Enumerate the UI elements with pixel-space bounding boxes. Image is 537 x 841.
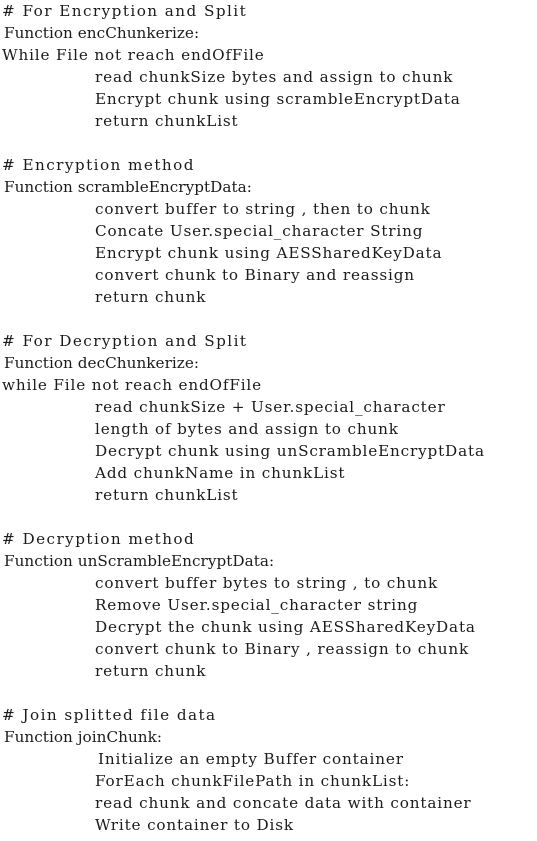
code-text: Encrypt chunk using scrambleEncryptData xyxy=(95,90,461,108)
code-line: while File not reach endOfFile xyxy=(0,374,537,396)
code-text: # Decryption method xyxy=(2,530,196,548)
code-line: Encrypt chunk using scrambleEncryptData xyxy=(0,88,537,110)
code-text: length of bytes and assign to chunk xyxy=(95,420,399,438)
code-text: read chunkSize + User.special_character xyxy=(95,398,446,416)
code-text: while File not reach endOfFile xyxy=(2,376,262,394)
code-text: Function joinChunk: xyxy=(4,728,163,746)
code-line: Decrypt the chunk using AESSharedKeyData xyxy=(0,616,537,638)
code-line: convert chunk to Binary and reassign xyxy=(0,264,537,286)
code-line: Remove User.special_character string xyxy=(0,594,537,616)
code-text: Write container to Disk xyxy=(95,816,294,834)
code-text: Add chunkName in chunkList xyxy=(95,464,346,482)
code-text: Encrypt chunk using AESSharedKeyData xyxy=(95,244,443,262)
code-line: return chunkList xyxy=(0,110,537,132)
code-text: # For Encryption and Split xyxy=(2,2,248,20)
block-separator xyxy=(0,682,537,704)
code-text: # For Decryption and Split xyxy=(2,332,248,350)
code-text: Function encChunkerize: xyxy=(4,24,200,42)
code-text: Function scrambleEncryptData: xyxy=(4,178,252,196)
code-line: Function unScrambleEncryptData: xyxy=(0,550,537,572)
comment-line: # Join splitted file data xyxy=(0,704,537,726)
code-text: Initialize an empty Buffer container xyxy=(98,750,404,768)
code-text: Decrypt chunk using unScrambleEncryptDat… xyxy=(95,442,485,460)
code-line: convert buffer bytes to string , to chun… xyxy=(0,572,537,594)
code-line: Encrypt chunk using AESSharedKeyData xyxy=(0,242,537,264)
code-text: return chunkList xyxy=(95,112,239,130)
comment-line: # Decryption method xyxy=(0,528,537,550)
code-line: Decrypt chunk using unScrambleEncryptDat… xyxy=(0,440,537,462)
code-text: ForEach chunkFilePath in chunkList: xyxy=(95,772,411,790)
block-separator xyxy=(0,132,537,154)
code-text: Concate User.special_character String xyxy=(95,222,424,240)
code-text: read chunk and concate data with contain… xyxy=(95,794,472,812)
code-text: convert buffer bytes to string , to chun… xyxy=(95,574,439,592)
code-text: Function decChunkerize: xyxy=(4,354,200,372)
code-line: length of bytes and assign to chunk xyxy=(0,418,537,440)
code-line: Initialize an empty Buffer container xyxy=(0,748,537,770)
code-line: read chunk and concate data with contain… xyxy=(0,792,537,814)
code-line: Function joinChunk: xyxy=(0,726,537,748)
code-line: convert buffer to string , then to chunk xyxy=(0,198,537,220)
code-text: return chunk xyxy=(95,662,207,680)
code-line: While File not reach endOfFile xyxy=(0,44,537,66)
code-line: Add chunkName in chunkList xyxy=(0,462,537,484)
code-line: Concate User.special_character String xyxy=(0,220,537,242)
code-line: Function encChunkerize: xyxy=(0,22,537,44)
code-line: Function decChunkerize: xyxy=(0,352,537,374)
code-text: # Encryption method xyxy=(2,156,195,174)
block-separator xyxy=(0,506,537,528)
code-line: return chunk xyxy=(0,660,537,682)
code-line: read chunkSize + User.special_character xyxy=(0,396,537,418)
code-text: read chunkSize bytes and assign to chunk xyxy=(95,68,454,86)
code-text: Decrypt the chunk using AESSharedKeyData xyxy=(95,618,476,636)
code-line: return chunk xyxy=(0,286,537,308)
code-text: Remove User.special_character string xyxy=(95,596,419,614)
pseudocode-listing: # For Encryption and Split Function encCh… xyxy=(0,0,537,841)
code-text: convert buffer to string , then to chunk xyxy=(95,200,431,218)
code-text: return chunk xyxy=(95,288,207,306)
code-text: Function unScrambleEncryptData: xyxy=(4,552,275,570)
code-text: # Join splitted file data xyxy=(2,706,217,724)
code-line: return chunkList xyxy=(0,484,537,506)
code-line: read chunkSize bytes and assign to chunk xyxy=(0,66,537,88)
code-line: Function scrambleEncryptData: xyxy=(0,176,537,198)
block-separator xyxy=(0,308,537,330)
code-line: Write container to Disk xyxy=(0,814,537,836)
code-text: While File not reach endOfFile xyxy=(2,46,265,64)
comment-line: # For Encryption and Split xyxy=(0,0,537,22)
code-text: convert chunk to Binary , reassign to ch… xyxy=(95,640,470,658)
comment-line: # Encryption method xyxy=(0,154,537,176)
code-line: ForEach chunkFilePath in chunkList: xyxy=(0,770,537,792)
code-text: return chunkList xyxy=(95,486,239,504)
code-text: convert chunk to Binary and reassign xyxy=(95,266,415,284)
code-line: convert chunk to Binary , reassign to ch… xyxy=(0,638,537,660)
comment-line: # For Decryption and Split xyxy=(0,330,537,352)
